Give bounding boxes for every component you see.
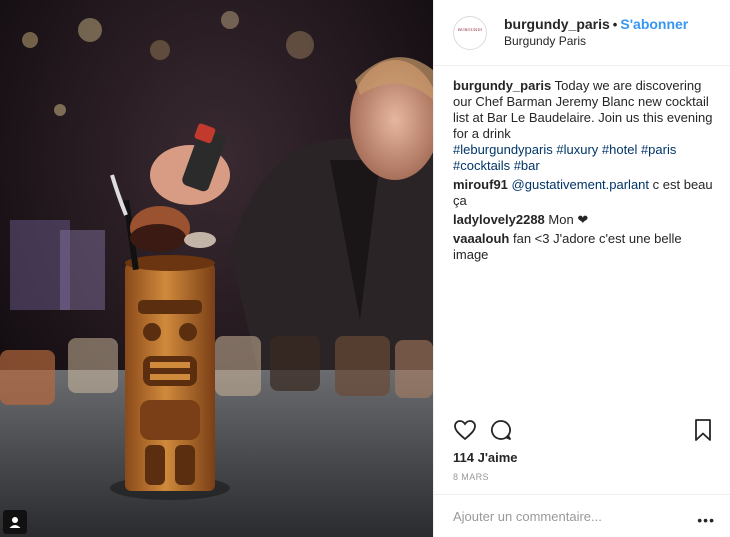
comment-mention[interactable]: @gustativement.parlant <box>512 177 650 192</box>
more-options-button[interactable]: ••• <box>697 512 715 528</box>
comments-section: burgundy_paris Today we are discovering … <box>453 78 718 266</box>
post-author-username[interactable]: burgundy_paris <box>504 16 610 32</box>
post-header: BURGUNDY burgundy_paris • S'abonner Burgun… <box>434 0 730 66</box>
header-separator: • <box>612 16 618 32</box>
comment-username[interactable]: ladylovely2288 <box>453 212 545 227</box>
comment-item: vaaalouh fan <3 J'adore c'est une belle … <box>453 231 718 263</box>
brand-logo: BURGUNDY <box>458 26 482 32</box>
caption-username[interactable]: burgundy_paris <box>453 78 551 93</box>
post-date: 8 MARS <box>453 472 489 482</box>
comment-item: mirouf91 @gustativement.parlant c est be… <box>453 177 718 209</box>
add-comment-bar: Ajouter un commentaire... ••• <box>434 494 730 537</box>
hashtag[interactable]: #bar <box>514 158 540 173</box>
hashtag[interactable]: #paris <box>641 142 676 157</box>
action-bar <box>453 418 715 446</box>
hashtag[interactable]: #cocktails <box>453 158 510 173</box>
heart-icon[interactable] <box>453 418 477 445</box>
caption: burgundy_paris Today we are discovering … <box>453 78 718 174</box>
follow-button[interactable]: S'abonner <box>620 16 688 32</box>
hashtag[interactable]: #luxury <box>556 142 598 157</box>
comment-username[interactable]: mirouf91 <box>453 177 508 192</box>
post-sidebar: BURGUNDY burgundy_paris • S'abonner Burgun… <box>433 0 730 537</box>
tagged-user-icon[interactable] <box>3 510 27 534</box>
hashtag[interactable]: #leburgundyparis <box>453 142 553 157</box>
bookmark-icon[interactable] <box>692 418 714 445</box>
comment-username[interactable]: vaaalouh <box>453 231 509 246</box>
avatar[interactable]: BURGUNDY <box>453 15 487 50</box>
header-text: burgundy_paris • S'abonner Burgundy Paris <box>504 16 688 50</box>
cocktail-photo-illustration <box>0 0 433 537</box>
comment-item: ladylovely2288 Mon ❤ <box>453 212 718 228</box>
likes-count[interactable]: 114 J'aime <box>453 450 518 465</box>
comment-icon[interactable] <box>489 418 513 445</box>
header-line: burgundy_paris • S'abonner <box>504 16 688 33</box>
post-photo[interactable] <box>0 0 433 537</box>
comment-text: Mon ❤ <box>548 212 589 227</box>
hashtag[interactable]: #hotel <box>602 142 637 157</box>
instagram-post: BURGUNDY burgundy_paris • S'abonner Burgun… <box>0 0 730 537</box>
add-comment-input[interactable]: Ajouter un commentaire... <box>453 509 602 524</box>
location-link[interactable]: Burgundy Paris <box>504 33 688 50</box>
